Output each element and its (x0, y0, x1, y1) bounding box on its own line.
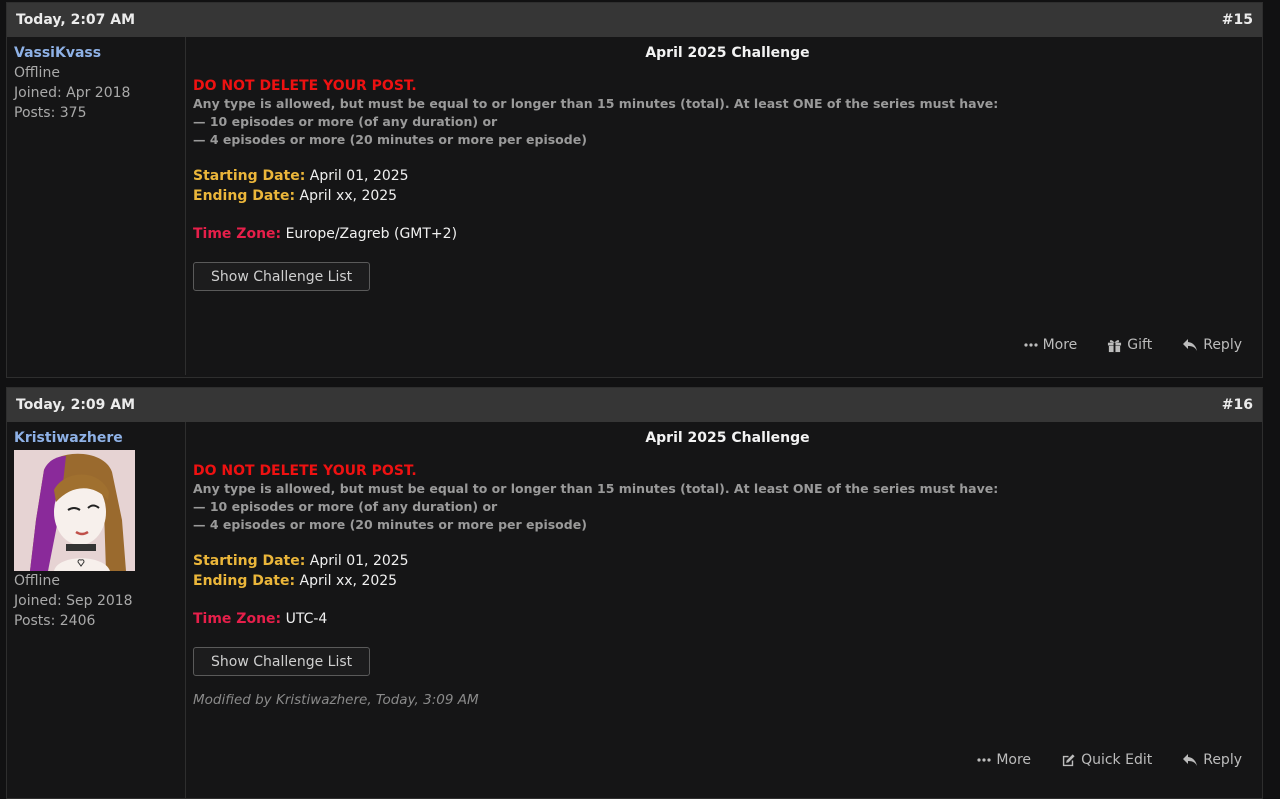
reply-button[interactable]: Reply (1182, 752, 1242, 768)
starting-date: Starting Date: April 01, 2025 (193, 552, 1262, 572)
time-zone: Time Zone: Europe/Zagreb (GMT+2) (193, 225, 1262, 244)
starting-date: Starting Date: April 01, 2025 (193, 167, 1262, 187)
more-button[interactable]: More (977, 752, 1031, 768)
gift-label: Gift (1127, 337, 1153, 353)
ending-date-value: April xx, 2025 (295, 572, 398, 589)
reply-label: Reply (1203, 752, 1242, 768)
post-header: Today, 2:09 AM #16 (7, 388, 1262, 422)
user-joined: Joined: Sep 2018 (14, 593, 133, 609)
starting-date-label: Starting Date: (193, 168, 306, 184)
username-link[interactable]: Kristiwazhere (14, 428, 185, 448)
rules-text: Any type is allowed, but must be equal t… (193, 481, 999, 496)
date-block: Starting Date: April 01, 2025 Ending Dat… (193, 552, 1262, 591)
edit-icon (1062, 753, 1075, 766)
time-zone-value: Europe/Zagreb (GMT+2) (281, 226, 458, 242)
user-joined: Joined: Apr 2018 (14, 85, 131, 101)
gift-button[interactable]: Gift (1107, 337, 1152, 353)
post-title: April 2025 Challenge (645, 45, 810, 61)
post-body: VassiKvass Offline Joined: Apr 2018 Post… (7, 37, 1262, 375)
post-number-link[interactable]: #15 (1222, 12, 1253, 28)
ending-date-label: Ending Date: (193, 572, 296, 589)
post-15: Today, 2:07 AM #15 VassiKvass Offline Jo… (6, 2, 1263, 378)
reply-icon (1183, 754, 1198, 766)
post-content: April 2025 Challenge DO NOT DELETE YOUR … (186, 422, 1262, 798)
rules-text: Any type is allowed, but must be equal t… (193, 96, 999, 111)
show-challenge-list-button[interactable]: Show Challenge List (193, 647, 371, 676)
ending-date: Ending Date: April xx, 2025 (193, 187, 1262, 207)
starting-date-value: April 01, 2025 (305, 553, 409, 569)
avatar-image (14, 450, 135, 571)
more-label: More (996, 752, 1032, 768)
time-zone-label: Time Zone: (193, 611, 282, 627)
quick-edit-button[interactable]: Quick Edit (1061, 752, 1152, 768)
warning-text: DO NOT DELETE YOUR POST. (193, 463, 417, 479)
post-actions: More Gift Reply (994, 337, 1242, 353)
user-info: Kristiwazhere Offline Joined: Sep 2018 P… (7, 422, 186, 798)
post-content: April 2025 Challenge DO NOT DELETE YOUR … (186, 37, 1262, 375)
ellipsis-icon (977, 758, 991, 762)
starting-date-value: April 01, 2025 (305, 168, 409, 184)
username-link[interactable]: VassiKvass (14, 43, 185, 63)
post-16: Today, 2:09 AM #16 Kristiwazhere Offline… (6, 387, 1263, 799)
reply-label: Reply (1203, 337, 1242, 353)
post-body: Kristiwazhere Offline Joined: Sep 2018 P… (7, 422, 1262, 798)
reply-button[interactable]: Reply (1182, 337, 1242, 353)
user-post-count: Posts: 2406 (14, 613, 96, 629)
rule-item: — 4 episodes or more (20 minutes or more… (193, 132, 587, 147)
more-button[interactable]: More (1023, 337, 1078, 353)
ending-date-value: April xx, 2025 (295, 187, 398, 204)
time-zone-label: Time Zone: (193, 226, 282, 242)
user-status: Offline (14, 573, 60, 589)
ellipsis-icon (1023, 343, 1038, 347)
post-time: Today, 2:09 AM (16, 397, 136, 413)
time-zone-value: UTC-4 (281, 611, 328, 627)
warning-text: DO NOT DELETE YOUR POST. (193, 78, 417, 94)
more-label: More (1042, 337, 1078, 353)
user-post-count: Posts: 375 (14, 105, 87, 121)
modified-note: Modified by Kristiwazhere, Today, 3:09 A… (193, 692, 479, 708)
post-time: Today, 2:07 AM (16, 12, 136, 28)
date-block: Starting Date: April 01, 2025 Ending Dat… (193, 167, 1262, 206)
gift-icon (1108, 339, 1122, 352)
rule-item: — 4 episodes or more (20 minutes or more… (193, 517, 587, 532)
rule-item: — 10 episodes or more (of any duration) … (193, 114, 498, 129)
starting-date-label: Starting Date: (193, 553, 306, 569)
ending-date-label: Ending Date: (193, 187, 296, 204)
user-info: VassiKvass Offline Joined: Apr 2018 Post… (7, 37, 186, 375)
time-zone: Time Zone: UTC-4 (193, 610, 1262, 629)
ending-date: Ending Date: April xx, 2025 (193, 572, 1262, 592)
avatar[interactable] (14, 450, 135, 571)
post-header: Today, 2:07 AM #15 (7, 3, 1262, 37)
post-number-link[interactable]: #16 (1222, 397, 1253, 413)
reply-icon (1183, 339, 1198, 351)
post-actions: More Quick Edit Reply (947, 752, 1242, 768)
rule-item: — 10 episodes or more (of any duration) … (193, 499, 498, 514)
user-status: Offline (14, 65, 60, 81)
post-title: April 2025 Challenge (645, 430, 810, 446)
quick-edit-label: Quick Edit (1081, 752, 1153, 768)
show-challenge-list-button[interactable]: Show Challenge List (193, 262, 371, 291)
